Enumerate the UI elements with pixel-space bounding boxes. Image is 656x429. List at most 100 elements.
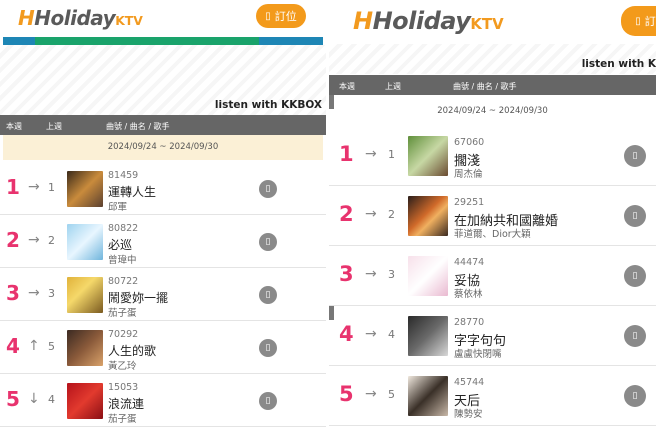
album-cover[interactable] — [408, 316, 448, 356]
book-button[interactable]: ▯ 訂位 — [621, 6, 656, 36]
artist-name[interactable]: 茄子蛋 — [108, 305, 137, 319]
artist-name[interactable]: 邱軍 — [108, 199, 127, 213]
calendar-icon: ▯ — [265, 10, 271, 22]
previous-rank: 5 — [48, 339, 55, 353]
previous-rank: 5 — [388, 388, 395, 401]
chart-row[interactable]: 3 → 3 80722 鬧愛妳一擺 茄子蛋 ▯ — [0, 268, 326, 321]
chart-row[interactable]: 4 ↑ 5 70292 人生的歌 黃乙玲 ▯ — [0, 321, 326, 374]
add-icon: ▯ — [265, 342, 271, 353]
previous-rank: 1 — [48, 180, 55, 194]
add-song-button[interactable]: ▯ — [259, 285, 277, 304]
right-chart-panel: HHolidayKTV ▯ 訂位 listen with K 本週 上週 曲號 … — [329, 0, 656, 429]
artist-name[interactable]: 曾瑋中 — [108, 252, 137, 266]
holiday-ktv-logo[interactable]: HHolidayKTV — [18, 6, 143, 30]
song-code: 45744 — [454, 377, 485, 388]
album-cover[interactable] — [408, 136, 448, 176]
song-code: 81459 — [108, 169, 139, 181]
date-range: 2024/09/24 ~ 2024/09/30 — [3, 135, 323, 160]
add-icon: ▯ — [632, 331, 638, 341]
brand-color-bar — [3, 37, 323, 45]
artist-name[interactable]: 蔡依林 — [454, 286, 483, 300]
previous-rank: 3 — [48, 286, 55, 300]
artist-name[interactable]: 茄子蛋 — [108, 411, 137, 425]
add-song-button[interactable]: ▯ — [259, 391, 277, 410]
rank-number: 2 — [339, 202, 354, 226]
album-cover[interactable] — [67, 382, 103, 419]
col-last-week: 上週 — [46, 122, 62, 131]
chart-row[interactable]: 1 → 1 81459 運轉人生 邱軍 ▯ — [0, 162, 326, 215]
album-cover[interactable] — [67, 276, 103, 313]
holiday-ktv-logo[interactable]: HHolidayKTV — [353, 7, 504, 35]
song-code: 80822 — [108, 222, 139, 234]
col-song-info: 曲號 / 曲名 / 歌手 — [453, 82, 517, 91]
chart-row[interactable]: 5 ↓ 4 15053 浪流連 茄子蛋 ▯ — [0, 374, 326, 427]
rank-number: 5 — [339, 382, 354, 406]
song-code: 70292 — [108, 328, 139, 340]
chart-row[interactable]: 2 → 2 80822 必巡 曾瑋中 ▯ — [0, 215, 326, 268]
add-icon: ▯ — [632, 271, 638, 281]
add-icon: ▯ — [265, 236, 271, 247]
previous-rank: 2 — [388, 208, 395, 221]
song-title[interactable]: 人生的歌 — [108, 342, 156, 359]
book-button[interactable]: ▯ 訂位 — [256, 4, 306, 28]
left-chart-panel: HHolidayKTV ▯ 訂位 listen with KKBOX 本週 上週… — [0, 0, 326, 429]
add-song-button[interactable]: ▯ — [259, 232, 277, 251]
album-cover[interactable] — [67, 170, 103, 207]
album-cover[interactable] — [67, 329, 103, 366]
previous-rank: 1 — [388, 148, 395, 161]
song-title[interactable]: 必巡 — [108, 236, 132, 253]
add-song-button[interactable]: ▯ — [259, 179, 277, 198]
previous-rank: 4 — [388, 328, 395, 341]
artist-name[interactable]: 盧盧快閉嘴 — [454, 346, 502, 360]
rank-number: 3 — [6, 280, 20, 305]
trend-arrow-icon: → — [28, 284, 40, 301]
screenshot-stage: HHolidayKTV ▯ 訂位 listen with KKBOX 本週 上週… — [0, 0, 656, 429]
book-button-label: 訂位 — [644, 15, 656, 28]
trend-arrow-icon: ↓ — [28, 390, 40, 407]
song-code: 80722 — [108, 275, 139, 287]
chart-row[interactable]: 4 → 4 28770 字字句句 盧盧快閉嘴 ▯ — [329, 306, 656, 366]
rank-number: 3 — [339, 262, 354, 286]
table-header: 本週 上週 曲號 / 曲名 / 歌手 — [329, 75, 656, 95]
rank-number: 5 — [6, 386, 20, 411]
song-code: 44474 — [454, 257, 485, 268]
rank-number: 1 — [6, 174, 20, 199]
album-cover[interactable] — [408, 256, 448, 296]
song-title[interactable]: 浪流連 — [108, 395, 144, 412]
previous-rank: 2 — [48, 233, 55, 247]
add-song-button[interactable]: ▯ — [624, 145, 646, 167]
add-song-button[interactable]: ▯ — [624, 385, 646, 407]
add-song-button[interactable]: ▯ — [624, 325, 646, 347]
rank-number: 1 — [339, 142, 354, 166]
rank-number: 4 — [339, 322, 354, 346]
album-cover[interactable] — [408, 196, 448, 236]
add-song-button[interactable]: ▯ — [624, 205, 646, 227]
artist-name[interactable]: 周杰倫 — [454, 166, 483, 180]
artist-name[interactable]: 陳勢安 — [454, 406, 483, 420]
rank-number: 4 — [6, 333, 20, 358]
chart-row[interactable]: 5 → 5 45744 天后 陳勢安 ▯ — [329, 366, 656, 426]
add-icon: ▯ — [632, 211, 638, 221]
chart-row[interactable]: 1 → 1 67060 擱淺 周杰倫 ▯ — [329, 126, 656, 186]
song-code: 29251 — [454, 197, 485, 208]
rank-number: 2 — [6, 227, 20, 252]
album-cover[interactable] — [408, 376, 448, 416]
song-code: 67060 — [454, 137, 485, 148]
trend-arrow-icon: ↑ — [28, 337, 40, 354]
artist-name[interactable]: 黃乙玲 — [108, 358, 137, 372]
add-song-button[interactable]: ▯ — [624, 265, 646, 287]
song-title[interactable]: 鬧愛妳一擺 — [108, 289, 168, 306]
previous-rank: 3 — [388, 268, 395, 281]
song-title[interactable]: 運轉人生 — [108, 183, 156, 200]
calendar-icon: ▯ — [635, 15, 641, 27]
artist-name[interactable]: 菲道爾、Dior大穎 — [454, 226, 531, 240]
trend-arrow-icon: → — [365, 146, 377, 162]
previous-rank: 4 — [48, 392, 55, 406]
album-cover[interactable] — [67, 223, 103, 260]
add-song-button[interactable]: ▯ — [259, 338, 277, 357]
chart-row[interactable]: 3 → 3 44474 妥協 蔡依林 ▯ — [329, 246, 656, 306]
chart-row[interactable]: 2 → 2 29251 在加納共和國離婚 菲道爾、Dior大穎 ▯ — [329, 186, 656, 246]
song-code: 28770 — [454, 317, 485, 328]
col-last-week: 上週 — [385, 82, 401, 91]
trend-arrow-icon: → — [365, 206, 377, 222]
